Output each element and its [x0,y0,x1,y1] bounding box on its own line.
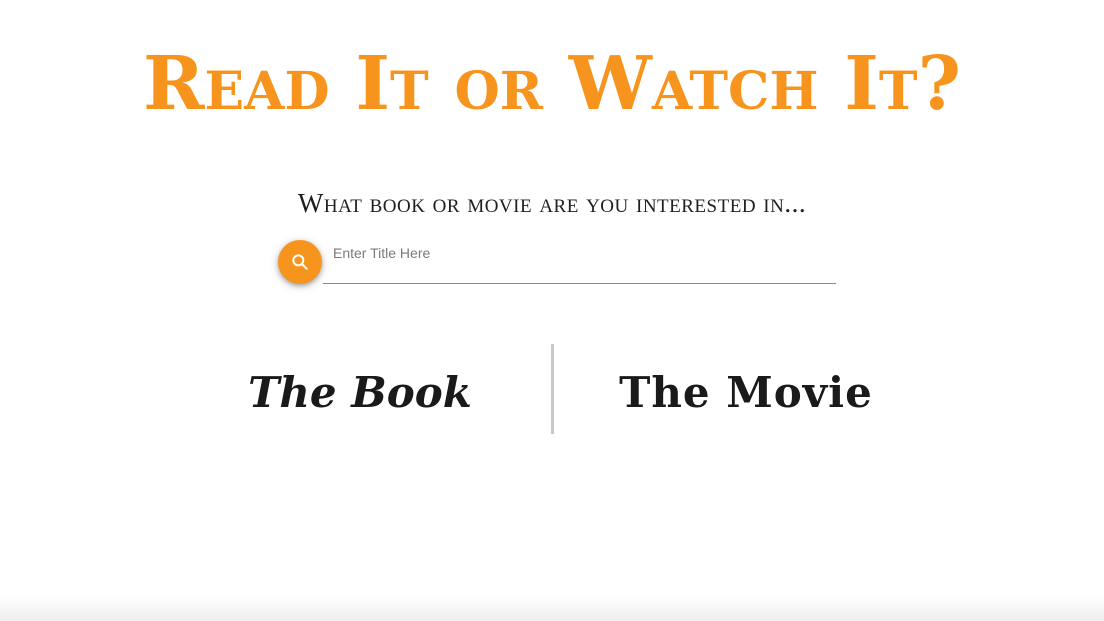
search-icon [292,254,308,270]
page: Read It or Watch It? What book or movie … [0,0,1104,621]
bottom-edge [0,597,1104,621]
book-heading: The Book [248,368,472,417]
column-divider [551,344,554,434]
page-title: Read It or Watch It? [143,41,961,127]
search-input[interactable] [323,238,836,284]
search-bar [278,238,838,288]
search-button[interactable] [278,240,322,284]
search-prompt: What book or movie are you interested in… [297,188,807,218]
movie-heading: The Movie [619,368,873,417]
